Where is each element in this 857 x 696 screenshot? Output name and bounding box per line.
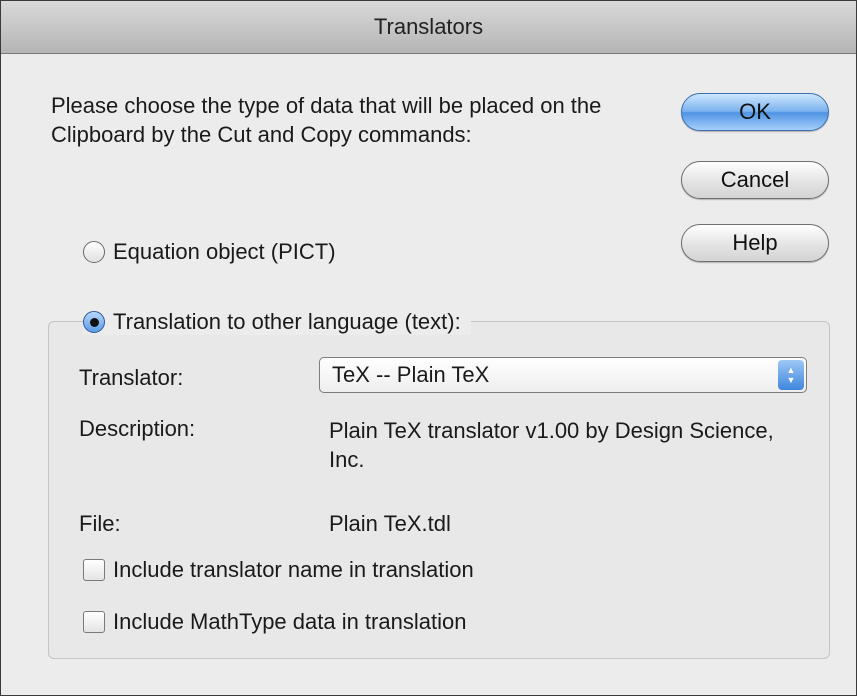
include-mathtype-data-label: Include MathType data in translation [113,609,467,634]
translator-label: Translator: [79,365,184,390]
description-label: Description: [79,416,196,441]
cancel-button[interactable]: Cancel [681,161,829,199]
file-label: File: [79,511,121,536]
updown-arrows-icon[interactable]: ▲ ▼ [778,360,804,390]
equation-object-label: Equation object (PICT) [113,239,336,264]
instruction-text: Please choose the type of data that will… [51,93,602,147]
include-translator-name-label: Include translator name in translation [113,557,474,582]
include-translator-name-checkbox[interactable]: Include translator name in translation [83,557,474,583]
ok-button[interactable]: OK [681,93,829,131]
translation-radio[interactable]: Translation to other language (text): [83,309,471,335]
description-value: Plain TeX translator v1.00 by Design Sci… [329,418,774,472]
radio-unselected-icon[interactable] [83,241,105,263]
file-value: Plain TeX.tdl [329,511,451,536]
include-mathtype-data-checkbox[interactable]: Include MathType data in translation [83,609,466,635]
checkbox-unchecked-icon[interactable] [83,559,105,581]
translator-selected-value: TeX -- Plain TeX [332,362,490,387]
translator-select[interactable]: TeX -- Plain TeX ▲ ▼ [319,357,807,393]
translators-dialog: Translators Please choose the type of da… [0,0,857,696]
window-title: Translators [373,14,484,39]
checkbox-unchecked-icon[interactable] [83,611,105,633]
equation-object-radio[interactable]: Equation object (PICT) [83,239,336,265]
radio-selected-icon[interactable] [83,311,105,333]
title-bar[interactable]: Translators [1,1,856,54]
translation-label: Translation to other language (text): [113,309,461,334]
help-button[interactable]: Help [681,224,829,262]
